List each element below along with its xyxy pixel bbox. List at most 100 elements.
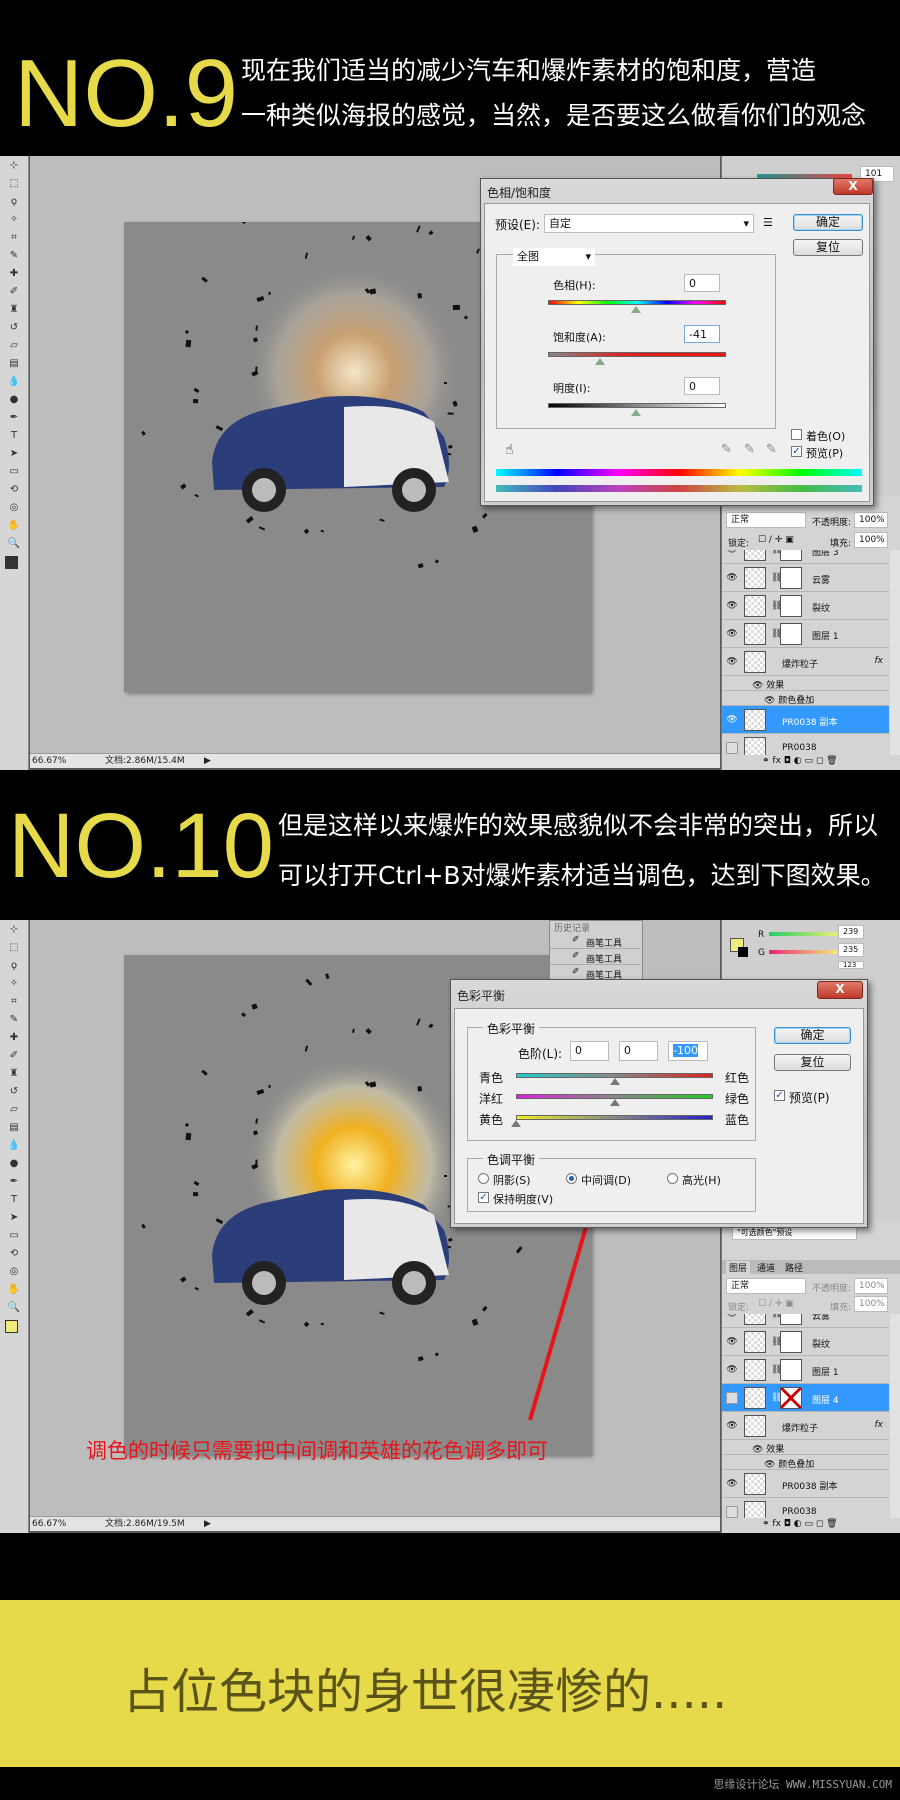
- saturation-field[interactable]: -41: [684, 325, 720, 343]
- slider-thumb[interactable]: [609, 1078, 620, 1085]
- b-value[interactable]: 123: [838, 961, 864, 969]
- tab-2[interactable]: 路径: [782, 1261, 806, 1274]
- eye-visibility-icon[interactable]: 👁: [726, 1364, 738, 1376]
- type-tool-icon[interactable]: T: [4, 1192, 24, 1208]
- history-item[interactable]: ✐ 画笔工具: [550, 949, 640, 965]
- layer-row[interactable]: 👁 PR0038 副本: [722, 1470, 889, 1498]
- healing-brush-icon[interactable]: ✚: [4, 266, 24, 282]
- level-field-yellow-blue[interactable]: -100: [668, 1041, 708, 1061]
- clone-stamp-icon[interactable]: ♜: [4, 302, 24, 318]
- layers-footer-icons[interactable]: ⚭ fx ◘ ◐ ▭ ◻ 🗑: [762, 1519, 838, 1529]
- layers-footer-icons[interactable]: ⚭ fx ◘ ◐ ▭ ◻ 🗑: [762, 756, 838, 766]
- saturation-slider[interactable]: [548, 352, 726, 357]
- eye-visibility-icon[interactable]: [726, 1506, 738, 1518]
- eyedropper-icon[interactable]: ✎: [721, 442, 732, 457]
- pen-tool-icon[interactable]: ✒: [4, 410, 24, 426]
- marquee-tool-icon[interactable]: ⬚: [4, 176, 24, 192]
- highlights-radio[interactable]: [667, 1173, 678, 1184]
- layer-row[interactable]: 👁 ⛓ 图层 1: [722, 620, 889, 648]
- reset-button[interactable]: 复位: [793, 239, 863, 256]
- brush-tool-icon[interactable]: ✐: [4, 1048, 24, 1064]
- blend-mode-select[interactable]: 正常: [726, 512, 806, 528]
- zoom-level[interactable]: 66.67%: [32, 1517, 66, 1531]
- hand-tool-icon[interactable]: ✋: [4, 1282, 24, 1298]
- color-balance-slider[interactable]: [516, 1115, 713, 1120]
- layer-row[interactable]: PR0038: [722, 734, 889, 755]
- close-button[interactable]: X: [817, 981, 863, 999]
- lightness-field[interactable]: 0: [684, 377, 720, 395]
- eye-visibility-icon[interactable]: 👁: [726, 714, 738, 726]
- background-color-swatch[interactable]: [738, 947, 748, 957]
- eye-visibility-icon[interactable]: 👁: [726, 600, 738, 612]
- move-tool-icon[interactable]: ⊹: [4, 922, 24, 938]
- fill-field[interactable]: 100%: [854, 1296, 888, 1312]
- lock-icons[interactable]: ☐ ∕ ✛ ▣: [758, 1299, 794, 1309]
- layer-row[interactable]: 👁 ⛓ 图层 1: [722, 1356, 889, 1384]
- crop-tool-icon[interactable]: ⌗: [4, 994, 24, 1010]
- tab-1[interactable]: 通道: [754, 1261, 778, 1274]
- pen-tool-icon[interactable]: ✒: [4, 1174, 24, 1190]
- type-tool-icon[interactable]: T: [4, 428, 24, 444]
- eye-visibility-icon[interactable]: 👁: [726, 628, 738, 640]
- quick-select-icon[interactable]: ✧: [4, 212, 24, 228]
- shadows-radio[interactable]: [478, 1173, 489, 1184]
- layer-effect-item[interactable]: 👁 效果: [722, 1440, 889, 1455]
- slider-thumb[interactable]: [609, 1099, 620, 1106]
- tab-0[interactable]: 图层: [726, 1261, 751, 1274]
- layer-row[interactable]: 👁 ⛓ 裂纹: [722, 1328, 889, 1356]
- lightness-slider[interactable]: [548, 403, 726, 408]
- preset-options-icon[interactable]: ☰: [763, 216, 773, 229]
- path-select-icon[interactable]: ➤: [4, 446, 24, 462]
- colorize-checkbox[interactable]: [791, 429, 802, 440]
- layer-row[interactable]: 👁 ⛓ 图层 3: [722, 550, 889, 564]
- eye-visibility-icon[interactable]: [726, 742, 738, 754]
- preview-checkbox[interactable]: ✓: [791, 446, 802, 457]
- eyedropper-minus-icon[interactable]: ✎: [766, 442, 777, 457]
- layers-scrollbar[interactable]: [890, 1314, 900, 1518]
- slider-thumb[interactable]: [511, 1120, 521, 1127]
- dodge-tool-icon[interactable]: ●: [4, 392, 24, 408]
- level-field-cyan-red[interactable]: 0: [570, 1041, 609, 1061]
- layer-effect-item[interactable]: 👁 颜色叠加: [722, 1455, 889, 1470]
- blur-tool-icon[interactable]: 💧: [4, 374, 24, 390]
- eye-visibility-icon[interactable]: [726, 1392, 738, 1404]
- hand-tool-icon[interactable]: ✋: [4, 518, 24, 534]
- brush-tool-icon[interactable]: ✐: [4, 284, 24, 300]
- close-button[interactable]: X: [833, 178, 873, 195]
- blend-mode-select[interactable]: 正常: [726, 1278, 806, 1294]
- layer-row[interactable]: 👁 爆炸粒子 fx: [722, 1412, 889, 1440]
- layer-row[interactable]: 👁 PR0038 副本: [722, 706, 889, 734]
- 3d-orbit-icon[interactable]: ◎: [4, 1264, 24, 1280]
- adjustment-preset-select[interactable]: "可选颜色"预设: [732, 1226, 857, 1240]
- hue-slider-thumb[interactable]: [631, 306, 641, 313]
- hue-field[interactable]: 0: [684, 274, 720, 292]
- eye-visibility-icon[interactable]: 👁: [726, 1314, 738, 1320]
- layer-effect-item[interactable]: 👁 颜色叠加: [722, 691, 889, 706]
- g-slider[interactable]: [769, 950, 837, 954]
- layer-row[interactable]: ⛓ 图层 4: [722, 1384, 889, 1412]
- r-slider[interactable]: [769, 932, 837, 936]
- eye-visibility-icon[interactable]: 👁: [726, 572, 738, 584]
- move-tool-icon[interactable]: ⊹: [4, 158, 24, 174]
- preserve-luminosity-checkbox[interactable]: ✓: [478, 1192, 489, 1203]
- eye-visibility-icon[interactable]: 👁: [726, 550, 738, 556]
- lightness-slider-thumb[interactable]: [631, 409, 641, 416]
- gradient-tool-icon[interactable]: ▤: [4, 1120, 24, 1136]
- crop-tool-icon[interactable]: ⌗: [4, 230, 24, 246]
- hand-adjust-icon[interactable]: ☝: [505, 442, 514, 458]
- level-field-magenta-green[interactable]: 0: [619, 1041, 658, 1061]
- eye-visibility-icon[interactable]: 👁: [726, 1336, 738, 1348]
- fx-icon[interactable]: fx: [875, 1420, 884, 1430]
- lock-icons[interactable]: ☐ ∕ ✛ ▣: [758, 535, 794, 545]
- lasso-tool-icon[interactable]: ϙ: [4, 194, 24, 210]
- layer-row[interactable]: 👁 爆炸粒子 fx: [722, 648, 889, 676]
- eye-visibility-icon[interactable]: 👁: [726, 656, 738, 668]
- layer-effect-item[interactable]: 👁 效果: [722, 676, 889, 691]
- history-item[interactable]: ✐ 画笔工具: [550, 933, 640, 949]
- gradient-tool-icon[interactable]: ▤: [4, 356, 24, 372]
- status-menu-arrow-icon[interactable]: ▶: [204, 1517, 211, 1531]
- shape-tool-icon[interactable]: ▭: [4, 464, 24, 480]
- ok-button[interactable]: 确定: [774, 1027, 851, 1044]
- blur-tool-icon[interactable]: 💧: [4, 1138, 24, 1154]
- eyedropper-tool-icon[interactable]: ✎: [4, 1012, 24, 1028]
